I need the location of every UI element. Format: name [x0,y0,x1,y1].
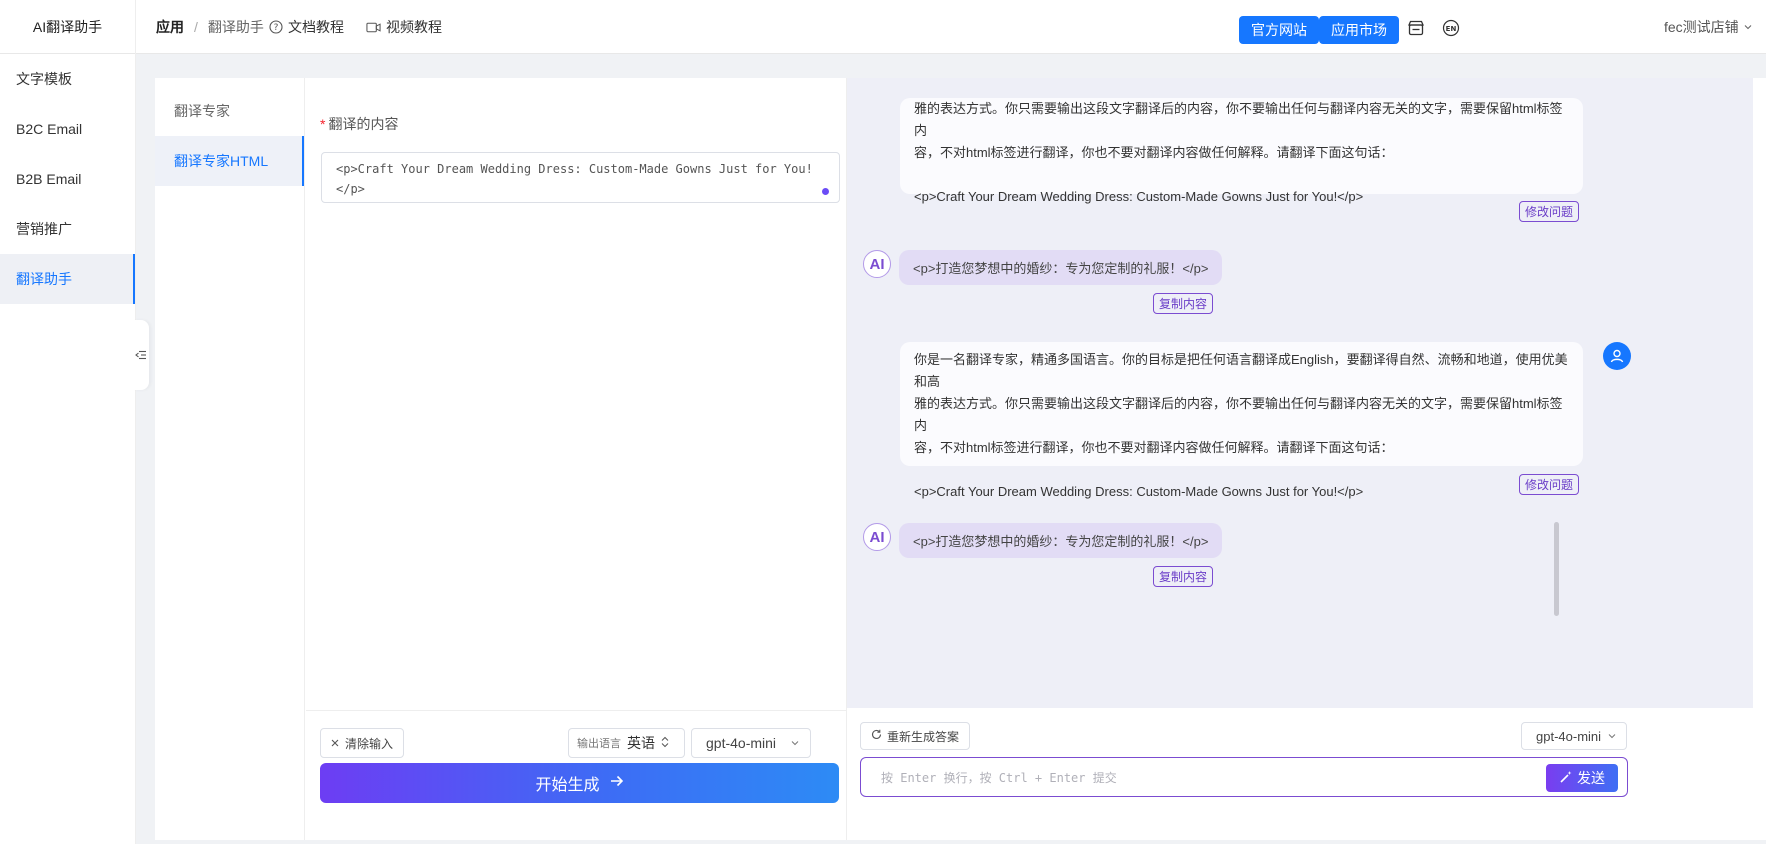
sidebar: 文字模板 B2C Email B2B Email 营销推广 翻译助手 [0,54,136,844]
close-icon [331,736,339,750]
user-message-line: 雅的表达方式。你只需要输出这段文字翻译后的内容，你不要输出任何与翻译内容无关的文… [914,101,1563,138]
sidebar-item-b2c-email[interactable]: B2C Email [0,104,135,154]
chat-footer: 重新生成答案 gpt-4o-mini 按 Enter 换行，按 Ctrl + E… [847,708,1766,840]
official-site-button[interactable]: 官方网站 [1239,16,1319,44]
ai-avatar: AI [863,250,891,278]
user-message-line: 容，不对html标签进行翻译，你也不要对翻译内容做任何解释。请翻译下面这句话： [914,145,1394,160]
user-message-line: 雅的表达方式。你只需要输出这段文字翻译后的内容，你不要输出任何与翻译内容无关的文… [914,396,1563,433]
subnav-item-translation-expert-html[interactable]: 翻译专家HTML [155,136,304,186]
sidebar-collapse-button[interactable] [133,320,149,390]
chat-history[interactable]: 雅的表达方式。你只需要输出这段文字翻译后的内容，你不要输出任何与翻译内容无关的文… [847,78,1753,708]
docs-link[interactable]: ? 文档教程 [268,0,344,54]
regenerate-answer-label: 重新生成答案 [887,729,960,744]
docs-link-label: 文档教程 [288,19,344,35]
content-field-label-text: 翻译的内容 [328,116,399,132]
user-message-bubble: 雅的表达方式。你只需要输出这段文字翻译后的内容，你不要输出任何与翻译内容无关的文… [900,98,1583,204]
chat-scrollbar[interactable] [1554,522,1559,616]
user-menu[interactable]: fec测试店铺 [1664,0,1753,54]
content-field-label: * 翻译的内容 [320,114,398,134]
ai-message-bubble: <p>打造您梦想中的婚纱：专为您定制的礼服！</p> [899,523,1223,558]
chat-model-select[interactable]: gpt-4o-mini [1521,722,1627,750]
breadcrumb-root[interactable]: 应用 [156,17,184,37]
clear-input-button[interactable]: 清除输入 [320,728,405,758]
user-message-line: 容，不对html标签进行翻译，你也不要对翻译内容做任何解释。请翻译下面这句话： [914,440,1394,455]
clear-input-label: 清除输入 [345,736,394,751]
magic-wand-icon [1559,770,1573,787]
sidebar-item-translation-assistant[interactable]: 翻译助手 [0,254,135,304]
chevron-down-icon [1607,729,1617,744]
chat-panel: 雅的表达方式。你只需要输出这段文字翻译后的内容，你不要输出任何与翻译内容无关的文… [846,78,1766,840]
user-message-line: 你是一名翻译专家，精通多国语言。你的目标是把任何语言翻译成English，要翻译… [914,352,1568,389]
model-select-value: gpt-4o-mini [706,735,777,751]
edit-question-button[interactable]: 修改问题 [1519,201,1580,222]
sort-arrows-icon [661,735,669,751]
breadcrumb: 应用 / 翻译助手 [156,0,264,54]
user-icon [1610,349,1624,363]
user-message-line: <p>Craft Your Dream Wedding Dress: Custo… [914,189,1364,204]
videos-link-label: 视频教程 [386,19,442,35]
textarea-line-1: <p>Craft Your Dream Wedding Dress: Custo… [336,162,813,176]
subnav-item-translation-expert[interactable]: 翻译专家 [155,86,304,136]
ai-avatar: AI [863,523,891,551]
send-button[interactable]: 发送 [1546,764,1618,792]
input-footer: 清除输入 输出语言 英语 gpt-4o-mini 开始生成 [306,710,846,840]
top-header: AI翻译助手 应用 / 翻译助手 ? 文档教程 视频教程 官方网站 应用市场 E… [0,0,1766,54]
user-message-line: <p>Craft Your Dream Wedding Dress: Custo… [914,484,1364,499]
main-content: 翻译专家 翻译专家HTML * 翻译的内容 <p>Craft Your Dream… [155,78,1766,840]
output-language-select[interactable]: 输出语言 英语 [568,728,685,758]
input-panel: * 翻译的内容 <p>Craft Your Dream Wedding Dress… [306,78,846,840]
ai-message-bubble: <p>打造您梦想中的婚纱：专为您定制的礼服！</p> [899,250,1223,285]
output-language-value: 英语 [627,735,655,751]
model-select[interactable]: gpt-4o-mini [691,728,811,758]
send-label: 发送 [1577,770,1605,786]
breadcrumb-separator: / [194,19,198,35]
videos-link[interactable]: 视频教程 [366,0,442,54]
required-mark: * [320,116,326,132]
language-badge-text: EN [1446,25,1457,33]
sidebar-item-b2b-email[interactable]: B2B Email [0,154,135,204]
user-avatar [1603,342,1631,370]
translation-content-textarea[interactable]: <p>Craft Your Dream Wedding Dress: Custo… [321,152,840,203]
refresh-icon [871,729,882,743]
chat-input-placeholder: 按 Enter 换行，按 Ctrl + Enter 提交 [881,770,1117,785]
grammar-dot-icon [822,188,829,195]
copy-content-button[interactable]: 复制内容 [1153,293,1214,314]
svg-text:?: ? [273,23,278,33]
textarea-line-2: </p> [336,182,365,196]
language-switch-icon[interactable]: EN [1441,18,1461,38]
start-generate-button[interactable]: 开始生成 [320,763,839,803]
chevron-down-icon [1743,19,1753,35]
edit-question-button[interactable]: 修改问题 [1519,474,1580,495]
store-name: fec测试店铺 [1664,19,1739,35]
output-language-label: 输出语言 [577,738,621,750]
app-logo-title[interactable]: AI翻译助手 [0,0,136,54]
store-icon[interactable] [1406,18,1426,38]
help-circle-icon: ? [268,20,283,35]
chat-input[interactable]: 按 Enter 换行，按 Ctrl + Enter 提交 [860,757,1628,797]
regenerate-answer-button[interactable]: 重新生成答案 [860,722,971,750]
sidebar-item-text-template[interactable]: 文字模板 [0,54,135,104]
app-market-button[interactable]: 应用市场 [1319,16,1399,44]
collapse-menu-icon [135,348,147,363]
sidebar-item-marketing[interactable]: 营销推广 [0,204,135,254]
start-generate-label: 开始生成 [535,777,600,794]
breadcrumb-current: 翻译助手 [207,19,264,35]
user-message-bubble: 你是一名翻译专家，精通多国语言。你的目标是把任何语言翻译成English，要翻译… [900,342,1583,499]
sub-navigation: 翻译专家 翻译专家HTML [155,78,305,840]
chat-model-value: gpt-4o-mini [1536,728,1602,744]
chevron-down-icon [790,735,800,751]
arrow-right-icon [610,774,624,792]
copy-content-button[interactable]: 复制内容 [1153,566,1214,587]
video-camera-icon [366,20,381,35]
